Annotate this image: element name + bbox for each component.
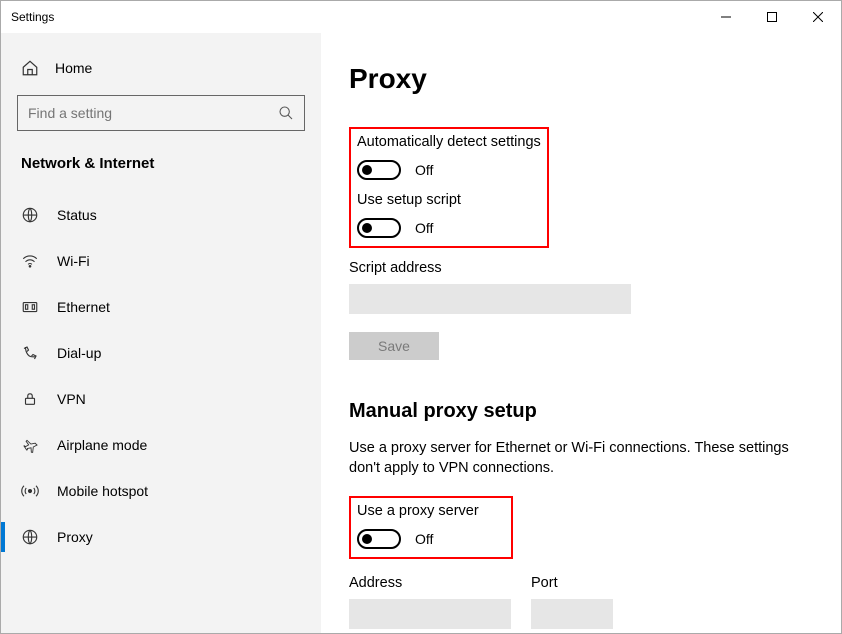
auto-detect-toggle[interactable] <box>357 160 401 180</box>
sidebar-item-dialup[interactable]: Dial-up <box>1 330 321 376</box>
toggle-knob <box>362 534 372 544</box>
sidebar-item-label: VPN <box>57 391 86 407</box>
sidebar-item-label: Status <box>57 207 97 223</box>
sidebar-item-label: Mobile hotspot <box>57 483 148 499</box>
setup-script-toggle-row: Off <box>357 218 541 238</box>
home-icon <box>21 59 39 77</box>
sidebar-item-label: Ethernet <box>57 299 110 315</box>
save-button[interactable]: Save <box>349 332 439 360</box>
sidebar-item-vpn[interactable]: VPN <box>1 376 321 422</box>
titlebar: Settings <box>1 1 841 33</box>
vpn-icon <box>21 390 39 408</box>
minimize-button[interactable] <box>703 1 749 33</box>
address-port-row: Address Port <box>349 569 813 629</box>
sidebar-item-label: Proxy <box>57 529 93 545</box>
address-label: Address <box>349 575 511 591</box>
highlight-proxy-section: Use a proxy server Off <box>349 496 513 559</box>
sidebar-item-wifi[interactable]: Wi-Fi <box>1 238 321 284</box>
close-button[interactable] <box>795 1 841 33</box>
use-proxy-toggle-row: Off <box>357 529 505 549</box>
search-input[interactable] <box>28 105 278 121</box>
sidebar-item-label: Dial-up <box>57 345 101 361</box>
setup-script-toggle[interactable] <box>357 218 401 238</box>
sidebar-item-status[interactable]: Status <box>1 192 321 238</box>
content-area: Home Network & Internet Status <box>1 33 841 633</box>
sidebar: Home Network & Internet Status <box>1 33 321 633</box>
port-label: Port <box>531 575 613 591</box>
manual-section-title: Manual proxy setup <box>349 400 813 423</box>
dialup-icon <box>21 344 39 362</box>
airplane-icon <box>21 436 39 454</box>
sidebar-item-label: Wi-Fi <box>57 253 90 269</box>
home-nav[interactable]: Home <box>1 51 321 85</box>
toggle-knob <box>362 223 372 233</box>
sidebar-item-hotspot[interactable]: Mobile hotspot <box>1 468 321 514</box>
window-controls <box>703 1 841 33</box>
use-proxy-label: Use a proxy server <box>357 503 505 519</box>
auto-detect-label: Automatically detect settings <box>357 134 541 150</box>
search-container <box>17 95 305 131</box>
script-address-label: Script address <box>349 260 813 276</box>
window-title: Settings <box>11 10 54 24</box>
auto-detect-state: Off <box>415 162 433 178</box>
setup-script-state: Off <box>415 220 433 236</box>
nav-list: Status Wi-Fi Ethernet <box>1 192 321 560</box>
sidebar-item-airplane[interactable]: Airplane mode <box>1 422 321 468</box>
use-proxy-toggle[interactable] <box>357 529 401 549</box>
search-box[interactable] <box>17 95 305 131</box>
maximize-button[interactable] <box>749 1 795 33</box>
proxy-icon <box>21 528 39 546</box>
page-title: Proxy <box>349 63 813 95</box>
address-input[interactable] <box>349 599 511 629</box>
status-icon <box>21 206 39 224</box>
ethernet-icon <box>21 298 39 316</box>
setup-script-label: Use setup script <box>357 192 541 208</box>
sidebar-item-ethernet[interactable]: Ethernet <box>1 284 321 330</box>
sidebar-item-label: Airplane mode <box>57 437 147 453</box>
home-label: Home <box>55 60 92 76</box>
manual-section-desc: Use a proxy server for Ethernet or Wi-Fi… <box>349 439 789 478</box>
sidebar-item-proxy[interactable]: Proxy <box>1 514 321 560</box>
hotspot-icon <box>21 482 39 500</box>
highlight-auto-section: Automatically detect settings Off Use se… <box>349 127 549 248</box>
auto-detect-toggle-row: Off <box>357 160 541 180</box>
use-proxy-state: Off <box>415 531 433 547</box>
settings-window: Settings Home <box>0 0 842 634</box>
category-heading: Network & Internet <box>1 155 321 192</box>
main-panel: Proxy Automatically detect settings Off … <box>321 33 841 633</box>
script-address-input[interactable] <box>349 284 631 314</box>
search-icon <box>278 105 294 121</box>
toggle-knob <box>362 165 372 175</box>
port-input[interactable] <box>531 599 613 629</box>
wifi-icon <box>21 252 39 270</box>
